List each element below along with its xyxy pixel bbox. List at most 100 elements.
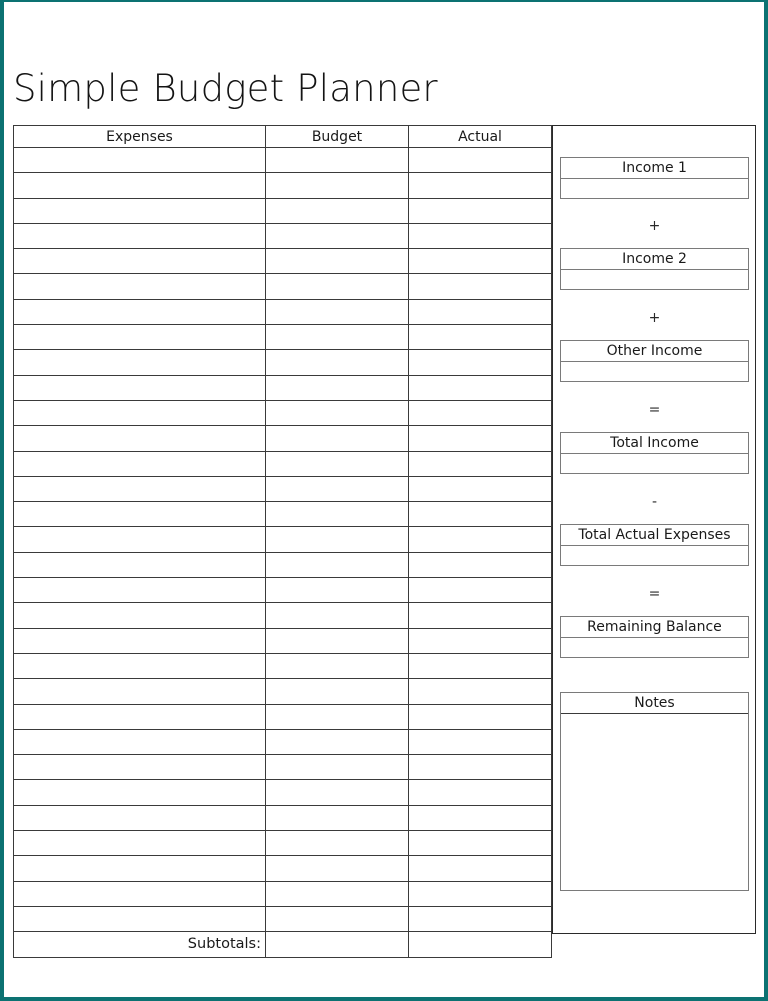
actual-cell[interactable] xyxy=(408,197,552,224)
budget-cell[interactable] xyxy=(265,728,409,756)
expense-cell[interactable] xyxy=(13,399,266,427)
budget-cell[interactable] xyxy=(265,450,409,477)
expense-cell[interactable] xyxy=(13,728,266,756)
expense-cell[interactable] xyxy=(13,627,266,654)
budget-cell[interactable] xyxy=(265,475,409,503)
expense-cell[interactable] xyxy=(13,754,266,781)
actual-cell[interactable] xyxy=(408,222,552,250)
actual-cell[interactable] xyxy=(408,298,552,326)
budget-cell[interactable] xyxy=(265,627,409,654)
budget-cell[interactable] xyxy=(265,146,409,174)
actual-cell[interactable] xyxy=(408,703,552,730)
actual-cell[interactable] xyxy=(408,728,552,756)
expense-cell[interactable] xyxy=(13,804,266,832)
expense-cell[interactable] xyxy=(13,652,266,680)
actual-cell[interactable] xyxy=(408,399,552,427)
actual-cell[interactable] xyxy=(408,652,552,680)
actual-cell[interactable] xyxy=(408,349,552,376)
expense-cell[interactable] xyxy=(13,501,266,528)
budget-cell[interactable] xyxy=(265,324,409,351)
actual-cell[interactable] xyxy=(408,880,552,907)
budget-cell[interactable] xyxy=(265,551,409,579)
budget-cell[interactable] xyxy=(265,273,409,300)
expense-cell[interactable] xyxy=(13,349,266,376)
expense-cell[interactable] xyxy=(13,678,266,705)
budget-cell[interactable] xyxy=(265,172,409,199)
expense-cell[interactable] xyxy=(13,273,266,300)
expense-cell[interactable] xyxy=(13,324,266,351)
actual-cell[interactable] xyxy=(408,551,552,579)
budget-cell[interactable] xyxy=(265,248,409,275)
actual-cell[interactable] xyxy=(408,146,552,174)
budget-cell[interactable] xyxy=(265,830,409,857)
actual-cell[interactable] xyxy=(408,475,552,503)
budget-cell[interactable] xyxy=(265,855,409,882)
actual-cell[interactable] xyxy=(408,678,552,705)
actual-cell[interactable] xyxy=(408,450,552,477)
expense-cell[interactable] xyxy=(13,475,266,503)
budget-cell[interactable] xyxy=(265,804,409,832)
other-income-input[interactable] xyxy=(561,362,748,381)
actual-cell[interactable] xyxy=(408,602,552,629)
budget-cell[interactable] xyxy=(265,703,409,730)
budget-cell[interactable] xyxy=(265,652,409,680)
expense-cell[interactable] xyxy=(13,551,266,579)
budget-cell[interactable] xyxy=(265,905,409,933)
actual-cell[interactable] xyxy=(408,627,552,654)
expense-cell[interactable] xyxy=(13,905,266,933)
expense-cell[interactable] xyxy=(13,450,266,477)
budget-cell[interactable] xyxy=(265,501,409,528)
expense-cell[interactable] xyxy=(13,855,266,882)
actual-cell[interactable] xyxy=(408,248,552,275)
budget-cell[interactable] xyxy=(265,349,409,376)
actual-cell[interactable] xyxy=(408,526,552,553)
expense-cell[interactable] xyxy=(13,526,266,553)
budget-cell[interactable] xyxy=(265,298,409,326)
expense-cell[interactable] xyxy=(13,374,266,401)
budget-cell[interactable] xyxy=(265,577,409,604)
expense-cell[interactable] xyxy=(13,222,266,250)
expense-cell[interactable] xyxy=(13,880,266,907)
budget-cell[interactable] xyxy=(265,526,409,553)
actual-cell[interactable] xyxy=(408,804,552,832)
subtotals-actual-cell[interactable] xyxy=(408,931,552,958)
expense-cell[interactable] xyxy=(13,830,266,857)
budget-cell[interactable] xyxy=(265,399,409,427)
income-2-input[interactable] xyxy=(561,270,748,289)
actual-cell[interactable] xyxy=(408,830,552,857)
income-1-input[interactable] xyxy=(561,179,748,198)
expense-cell[interactable] xyxy=(13,602,266,629)
total-income-label: Total Income xyxy=(561,433,748,454)
actual-cell[interactable] xyxy=(408,905,552,933)
expense-cell[interactable] xyxy=(13,298,266,326)
budget-cell[interactable] xyxy=(265,197,409,224)
notes-input[interactable] xyxy=(561,714,748,890)
expense-cell[interactable] xyxy=(13,577,266,604)
expense-cell[interactable] xyxy=(13,172,266,199)
budget-cell[interactable] xyxy=(265,779,409,806)
actual-cell[interactable] xyxy=(408,754,552,781)
actual-cell[interactable] xyxy=(408,855,552,882)
actual-cell[interactable] xyxy=(408,425,552,452)
budget-cell[interactable] xyxy=(265,222,409,250)
expense-cell[interactable] xyxy=(13,703,266,730)
expense-cell[interactable] xyxy=(13,197,266,224)
budget-cell[interactable] xyxy=(265,374,409,401)
actual-cell[interactable] xyxy=(408,172,552,199)
actual-cell[interactable] xyxy=(408,273,552,300)
expense-cell[interactable] xyxy=(13,425,266,452)
actual-cell[interactable] xyxy=(408,501,552,528)
budget-cell[interactable] xyxy=(265,425,409,452)
budget-cell[interactable] xyxy=(265,602,409,629)
budget-cell[interactable] xyxy=(265,754,409,781)
expense-cell[interactable] xyxy=(13,146,266,174)
actual-cell[interactable] xyxy=(408,374,552,401)
budget-cell[interactable] xyxy=(265,880,409,907)
actual-cell[interactable] xyxy=(408,577,552,604)
actual-cell[interactable] xyxy=(408,324,552,351)
budget-cell[interactable] xyxy=(265,678,409,705)
subtotals-budget-cell[interactable] xyxy=(265,931,409,958)
expense-cell[interactable] xyxy=(13,779,266,806)
expense-cell[interactable] xyxy=(13,248,266,275)
actual-cell[interactable] xyxy=(408,779,552,806)
